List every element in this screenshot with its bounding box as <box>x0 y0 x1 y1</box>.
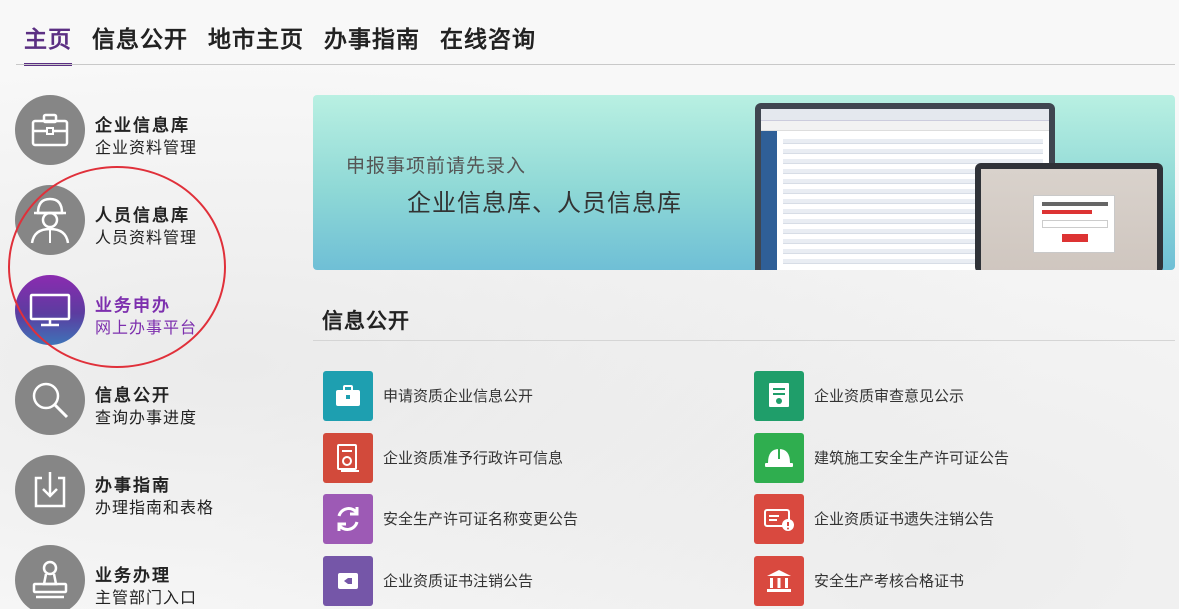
nav-tabs: 主页 信息公开 地市主页 办事指南 在线咨询 <box>24 25 536 66</box>
sidebar-item-business-handling[interactable]: 业务办理 主管部门入口 <box>15 545 285 609</box>
tab-info-disclosure[interactable]: 信息公开 <box>92 25 188 66</box>
refresh-icon <box>323 494 373 544</box>
info-item-review-opinion[interactable]: 企业资质审查意见公示 <box>754 371 1154 421</box>
sidebar-item-subtitle: 主管部门入口 <box>95 588 198 607</box>
info-item-label: 申请资质企业信息公开 <box>383 387 534 405</box>
info-item-label: 企业资质审查意见公示 <box>814 387 965 405</box>
document-stamp-icon <box>323 433 373 483</box>
form-row <box>783 139 1043 144</box>
sidebar-item-title: 人员信息库 <box>95 206 190 226</box>
id-card-alert-icon <box>754 494 804 544</box>
info-item-safety-cert[interactable]: 安全生产考核合格证书 <box>754 556 1154 606</box>
hardhat-icon <box>754 433 804 483</box>
sidebar-item-subtitle: 查询办事进度 <box>95 408 198 427</box>
sidebar-item-title: 信息公开 <box>95 386 171 406</box>
app-sidebar <box>761 131 777 270</box>
banner[interactable]: 申报事项前请先录入 企业信息库、人员信息库 <box>313 95 1175 270</box>
sidebar-item-title: 业务申办 <box>95 296 171 316</box>
dialog-title-bar <box>1042 202 1108 206</box>
briefcase-icon <box>15 95 85 165</box>
tab-home[interactable]: 主页 <box>24 25 72 66</box>
tab-online-consult[interactable]: 在线咨询 <box>440 25 536 66</box>
section-title: 信息公开 <box>322 309 410 333</box>
banner-line2: 企业信息库、人员信息库 <box>407 189 682 217</box>
info-item-label: 企业资质证书遗失注销公告 <box>814 510 995 528</box>
info-item-label: 建筑施工安全生产许可证公告 <box>814 449 1010 467</box>
dialog-subtitle-bar <box>1042 210 1092 214</box>
login-dialog-illustration <box>1033 195 1115 253</box>
section-divider <box>313 340 1175 341</box>
search-icon <box>15 365 85 435</box>
sidebar-item-title: 办事指南 <box>95 476 171 496</box>
top-navigation: 主页 信息公开 地市主页 办事指南 在线咨询 <box>0 0 1179 66</box>
info-item-label: 安全生产考核合格证书 <box>814 572 965 590</box>
info-item-label: 企业资质准予行政许可信息 <box>383 449 564 467</box>
info-item-name-change[interactable]: 安全生产许可证名称变更公告 <box>323 494 723 544</box>
sidebar-item-guide[interactable]: 办事指南 办理指南和表格 <box>15 455 285 527</box>
sidebar-item-subtitle: 人员资料管理 <box>95 228 198 247</box>
sidebar-item-title: 企业信息库 <box>95 116 190 136</box>
form-row <box>783 149 1043 154</box>
browser-bar <box>761 109 1049 121</box>
laptop-illustration <box>975 163 1163 270</box>
sidebar-item-title: 业务办理 <box>95 566 171 586</box>
dialog-button <box>1062 234 1088 242</box>
certificate-delete-icon <box>323 556 373 606</box>
stamp-icon <box>15 545 85 609</box>
nav-divider <box>16 64 1175 65</box>
worker-icon <box>15 185 85 255</box>
tab-city-home[interactable]: 地市主页 <box>208 25 304 66</box>
sidebar-item-business-apply[interactable]: 业务申办 网上办事平台 <box>15 275 285 347</box>
browser-tabs <box>761 121 1049 131</box>
institution-icon <box>754 556 804 606</box>
info-item-cert-cancel[interactable]: 企业资质证书注销公告 <box>323 556 723 606</box>
download-icon <box>15 455 85 525</box>
info-item-label: 企业资质证书注销公告 <box>383 572 534 590</box>
banner-line1: 申报事项前请先录入 <box>346 155 527 177</box>
sidebar-item-subtitle: 办理指南和表格 <box>95 498 215 517</box>
sidebar-item-info-disclosure[interactable]: 信息公开 查询办事进度 <box>15 365 285 437</box>
info-item-safety-license[interactable]: 建筑施工安全生产许可证公告 <box>754 433 1154 483</box>
info-item-license-granted[interactable]: 企业资质准予行政许可信息 <box>323 433 723 483</box>
dialog-input <box>1042 220 1108 228</box>
laptop-screen <box>981 169 1157 270</box>
monitor-icon <box>15 275 85 345</box>
certificate-icon <box>754 371 804 421</box>
info-item-label: 安全生产许可证名称变更公告 <box>383 510 579 528</box>
tab-guide[interactable]: 办事指南 <box>324 25 420 66</box>
info-item-enterprise-apply[interactable]: 申请资质企业信息公开 <box>323 371 723 421</box>
briefcase-icon <box>323 371 373 421</box>
sidebar-item-personnel-db[interactable]: 人员信息库 人员资料管理 <box>15 185 285 257</box>
sidebar-item-enterprise-db[interactable]: 企业信息库 企业资料管理 <box>15 95 285 167</box>
sidebar-item-subtitle: 网上办事平台 <box>95 318 198 337</box>
info-item-lost-cancel[interactable]: 企业资质证书遗失注销公告 <box>754 494 1154 544</box>
sidebar-item-subtitle: 企业资料管理 <box>95 138 198 157</box>
